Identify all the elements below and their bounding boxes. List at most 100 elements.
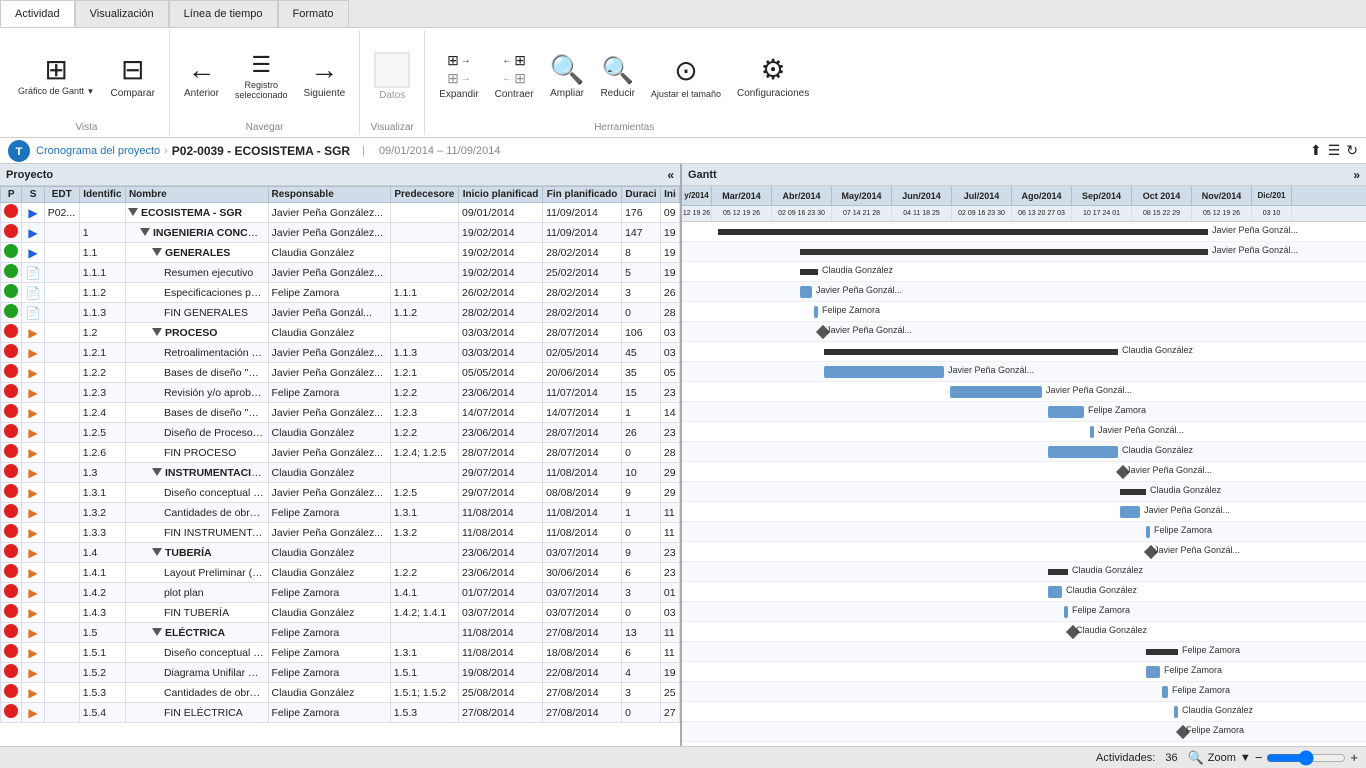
play-cell[interactable]: ▶ [22, 363, 44, 383]
table-row[interactable]: ▶1.2PROCESOClaudia González03/03/201428/… [1, 323, 680, 343]
gantt-expand-icon[interactable]: » [1353, 168, 1360, 182]
play-cell[interactable]: ▶ [22, 583, 44, 603]
compare-button[interactable]: ⊟ Comparar [104, 49, 160, 103]
play-cell[interactable]: ▶ [22, 403, 44, 423]
play-orange-icon[interactable]: ▶ [28, 486, 37, 500]
play-cell[interactable]: ▶ [22, 643, 44, 663]
play-cell[interactable]: ▶ [22, 603, 44, 623]
play-orange-icon[interactable]: ▶ [28, 606, 37, 620]
play-blue-icon[interactable]: ▶ [28, 206, 37, 220]
configuraciones-button[interactable]: ⚙ Configuraciones [731, 49, 815, 103]
play-orange-icon[interactable]: ▶ [28, 386, 37, 400]
play-orange-icon[interactable]: ▶ [28, 706, 37, 720]
play-cell[interactable]: 📄 [22, 283, 44, 303]
play-cell[interactable]: ▶ [22, 563, 44, 583]
play-cell[interactable]: ▶ [22, 383, 44, 403]
table-row[interactable]: ▶1.5.2Diagrama Unifilar Genera...Felipe … [1, 663, 680, 683]
datos-button[interactable]: Datos [368, 48, 416, 105]
table-row[interactable]: ▶1.4.3FIN TUBERÍAClaudia González1.4.2; … [1, 603, 680, 623]
registro-button[interactable]: ☰ Registroseleccionado [229, 48, 294, 104]
play-cell[interactable]: ▶ [22, 423, 44, 443]
play-blue-icon[interactable]: ▶ [28, 246, 37, 260]
table-row[interactable]: ▶1.3.1Diseño conceptual Ingeni...Javier … [1, 483, 680, 503]
siguiente-button[interactable]: → Siguiente [298, 50, 352, 103]
header-list-icon[interactable]: ☰ [1328, 142, 1341, 159]
play-cell[interactable]: 📄 [22, 303, 44, 323]
play-orange-icon[interactable]: ▶ [28, 406, 37, 420]
table-row[interactable]: ▶1.2.2Bases de diseño "Rev B"Javier Peña… [1, 363, 680, 383]
play-orange-icon[interactable]: ▶ [28, 466, 37, 480]
table-row[interactable]: 📄1.1.1Resumen ejecutivoJavier Peña Gonzá… [1, 263, 680, 283]
play-orange-icon[interactable]: ▶ [28, 686, 37, 700]
play-orange-icon[interactable]: ▶ [28, 366, 37, 380]
table-row[interactable]: ▶1.4.2plot planFelipe Zamora1.4.101/07/2… [1, 583, 680, 603]
table-row[interactable]: ▶1.5.3Cantidades de obra gene...Claudia … [1, 683, 680, 703]
table-row[interactable]: ▶1.4.1Layout Preliminar (4 Plan...Claudi… [1, 563, 680, 583]
ajustar-button[interactable]: ⊙ Ajustar el tamaño [645, 50, 727, 103]
zoom-arrow[interactable]: ▼ [1240, 752, 1251, 764]
play-orange-icon[interactable]: ▶ [28, 326, 37, 340]
zoom-slider[interactable] [1266, 752, 1346, 764]
table-row[interactable]: ▶1.4TUBERÍAClaudia González23/06/201403/… [1, 543, 680, 563]
table-row[interactable]: 📄1.1.3FIN GENERALESJavier Peña Gonzál...… [1, 303, 680, 323]
table-row[interactable]: ▶1.5ELÉCTRICAFelipe Zamora11/08/201427/0… [1, 623, 680, 643]
zoom-minus-icon[interactable]: − [1255, 750, 1263, 765]
ampliar-button[interactable]: 🔍 Ampliar [544, 49, 591, 103]
expandir-button[interactable]: ⊞→ ⊞→ Expandir [433, 48, 484, 104]
play-orange-icon[interactable]: ▶ [28, 566, 37, 580]
table-row[interactable]: ▶1.2.3Revisión y/o aprobación...Felipe Z… [1, 383, 680, 403]
contraer-button[interactable]: ←⊞ ←⊞ Contraer [489, 48, 540, 104]
play-orange-icon[interactable]: ▶ [28, 666, 37, 680]
collapse-arrow-icon[interactable] [152, 328, 162, 336]
play-orange-icon[interactable]: ▶ [28, 446, 37, 460]
play-cell[interactable]: ▶ [22, 623, 44, 643]
table-row[interactable]: ▶1.3.2Cantidades de obra gene...Felipe Z… [1, 503, 680, 523]
play-cell[interactable]: ▶ [22, 483, 44, 503]
play-orange-icon[interactable]: ▶ [28, 646, 37, 660]
table-row[interactable]: ▶1.2.6FIN PROCESOJavier Peña González...… [1, 443, 680, 463]
gantt-chart-button[interactable]: ⊞ Gráfico de Gantt ▼ [12, 52, 100, 100]
collapse-arrow-icon[interactable] [152, 248, 162, 256]
table-row[interactable]: ▶1.3.3FIN INSTRUMENTACIÓNJavier Peña Gon… [1, 523, 680, 543]
play-cell[interactable]: ▶ [22, 203, 44, 223]
zoom-plus-icon[interactable]: + [1350, 750, 1358, 765]
table-row[interactable]: ▶1.3INSTRUMENTACIÓNClaudia González29/07… [1, 463, 680, 483]
play-cell[interactable]: ▶ [22, 443, 44, 463]
play-cell[interactable]: ▶ [22, 523, 44, 543]
tab-formato[interactable]: Formato [278, 0, 349, 27]
play-cell[interactable]: ▶ [22, 323, 44, 343]
collapse-arrow-icon[interactable] [140, 228, 150, 236]
reducir-button[interactable]: 🔍- Reducir [594, 50, 640, 103]
table-row[interactable]: ▶1.1GENERALESClaudia González19/02/20142… [1, 243, 680, 263]
table-row[interactable]: ▶1.5.1Diseño conceptual Ingeni...Felipe … [1, 643, 680, 663]
play-cell[interactable]: 📄 [22, 263, 44, 283]
tab-actividad[interactable]: Actividad [0, 0, 75, 27]
table-row[interactable]: ▶1.5.4FIN ELÉCTRICAFelipe Zamora1.5.327/… [1, 703, 680, 723]
play-blue-icon[interactable]: ▶ [28, 226, 37, 240]
collapse-arrow-icon[interactable] [152, 628, 162, 636]
anterior-button[interactable]: ← Anterior [178, 50, 225, 103]
table-row[interactable]: ▶1.2.1Retroalimentación Bases...Javier P… [1, 343, 680, 363]
play-cell[interactable]: ▶ [22, 543, 44, 563]
panel-collapse-icon[interactable]: « [667, 168, 674, 182]
play-cell[interactable]: ▶ [22, 683, 44, 703]
play-orange-icon[interactable]: ▶ [28, 506, 37, 520]
play-cell[interactable]: ▶ [22, 703, 44, 723]
play-cell[interactable]: ▶ [22, 463, 44, 483]
table-row[interactable]: ▶P02...ECOSISTEMA - SGRJavier Peña Gonzá… [1, 203, 680, 223]
tab-linea-tiempo[interactable]: Línea de tiempo [169, 0, 278, 27]
play-cell[interactable]: ▶ [22, 663, 44, 683]
collapse-arrow-icon[interactable] [152, 548, 162, 556]
play-orange-icon[interactable]: ▶ [28, 526, 37, 540]
play-cell[interactable]: ▶ [22, 503, 44, 523]
play-orange-icon[interactable]: ▶ [28, 426, 37, 440]
header-refresh-icon[interactable]: ↻ [1346, 142, 1358, 159]
play-cell[interactable]: ▶ [22, 223, 44, 243]
collapse-arrow-icon[interactable] [152, 468, 162, 476]
play-orange-icon[interactable]: ▶ [28, 546, 37, 560]
play-icon[interactable]: 📄 [26, 266, 41, 280]
play-orange-icon[interactable]: ▶ [28, 346, 37, 360]
table-row[interactable]: 📄1.1.2Especificaciones para la...Felipe … [1, 283, 680, 303]
play-icon[interactable]: 📄 [26, 286, 41, 300]
play-orange-icon[interactable]: ▶ [28, 586, 37, 600]
